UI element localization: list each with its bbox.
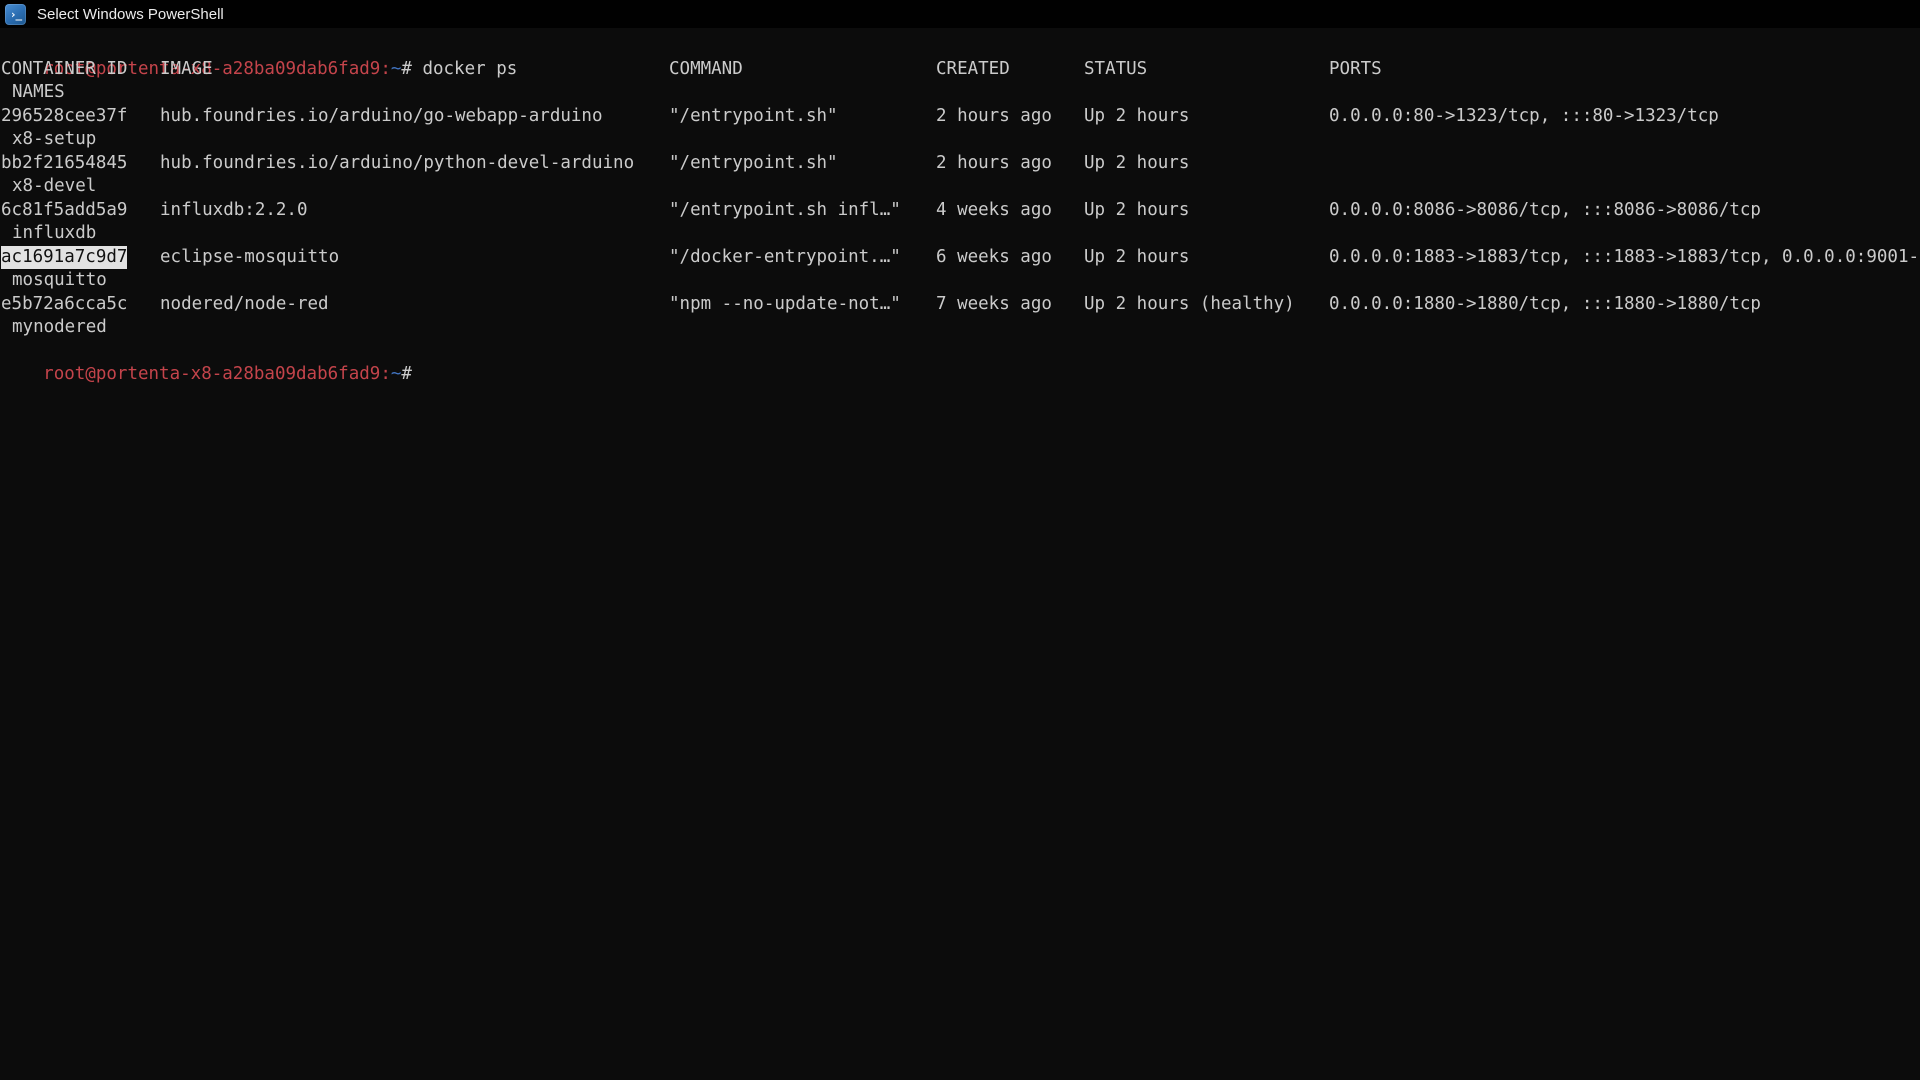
cell-command: "npm --no-update-not…" [669, 293, 901, 317]
header-created: CREATED [936, 58, 1010, 82]
cell-image: influxdb:2.2.0 [160, 199, 308, 223]
table-row-name-wrap: influxdb [1, 222, 1920, 246]
prompt-line: root@portenta-x8-a28ba09dab6fad9:~#docke… [1, 34, 1920, 58]
table-header-wrap: NAMES [1, 81, 1920, 105]
table-row: 6c81f5add5a9 influxdb:2.2.0 "/entrypoint… [1, 199, 1920, 223]
cell-created: 4 weeks ago [936, 199, 1052, 223]
prompt-cwd: ~ [391, 364, 402, 384]
cell-created: 2 hours ago [936, 105, 1052, 129]
table-header-row: CONTAINER ID IMAGE COMMAND CREATED STATU… [1, 58, 1920, 82]
cell-name: x8-setup [12, 128, 96, 152]
cell-container-id: 6c81f5add5a9 [1, 199, 127, 223]
table-row-name-wrap: x8-setup [1, 128, 1920, 152]
selected-container-id: ac1691a7c9d7 [1, 246, 127, 270]
table-row-name-wrap: mynodered [1, 316, 1920, 340]
header-command: COMMAND [669, 58, 743, 82]
cell-ports: 0.0.0.0:1883->1883/tcp, :::1883->1883/tc… [1329, 246, 1919, 270]
cell-status: Up 2 hours [1084, 152, 1189, 176]
header-status: STATUS [1084, 58, 1147, 82]
cell-name: mosquitto [12, 269, 107, 293]
cell-image: hub.foundries.io/arduino/go-webapp-ardui… [160, 105, 603, 129]
cell-container-id: 296528cee37f [1, 105, 127, 129]
prompt-line-idle: root@portenta-x8-a28ba09dab6fad9:~# [1, 340, 1920, 364]
header-image: IMAGE [160, 58, 213, 82]
cell-status: Up 2 hours [1084, 199, 1189, 223]
cell-image: eclipse-mosquitto [160, 246, 339, 270]
cell-ports: 0.0.0.0:1880->1880/tcp, :::1880->1880/tc… [1329, 293, 1761, 317]
table-row-name-wrap: mosquitto [1, 269, 1920, 293]
cell-name: influxdb [12, 222, 96, 246]
cell-status: Up 2 hours [1084, 105, 1189, 129]
cell-created: 6 weeks ago [936, 246, 1052, 270]
cell-status: Up 2 hours [1084, 246, 1189, 270]
cell-ports: 0.0.0.0:80->1323/tcp, :::80->1323/tcp [1329, 105, 1719, 129]
table-row: bb2f21654845 hub.foundries.io/arduino/py… [1, 152, 1920, 176]
table-row: ac1691a7c9d7 eclipse-mosquitto "/docker-… [1, 246, 1920, 270]
header-container-id: CONTAINER ID [1, 58, 127, 82]
cell-command: "/entrypoint.sh infl…" [669, 199, 901, 223]
cell-container-id: e5b72a6cca5c [1, 293, 127, 317]
cell-name: x8-devel [12, 175, 96, 199]
cell-created: 7 weeks ago [936, 293, 1052, 317]
table-row: e5b72a6cca5c nodered/node-red "npm --no-… [1, 293, 1920, 317]
header-ports: PORTS [1329, 58, 1382, 82]
cell-image: hub.foundries.io/arduino/python-devel-ar… [160, 152, 634, 176]
header-names: NAMES [12, 81, 65, 105]
cell-ports: 0.0.0.0:8086->8086/tcp, :::8086->8086/tc… [1329, 199, 1761, 223]
terminal-screen[interactable]: root@portenta-x8-a28ba09dab6fad9:~#docke… [1, 34, 1920, 363]
cell-command: "/docker-entrypoint.…" [669, 246, 901, 270]
prompt-separator: : [380, 364, 391, 384]
cell-container-id: bb2f21654845 [1, 152, 127, 176]
cell-status: Up 2 hours (healthy) [1084, 293, 1295, 317]
title-bar[interactable]: ›_ Select Windows PowerShell [0, 0, 1920, 28]
table-row: 296528cee37f hub.foundries.io/arduino/go… [1, 105, 1920, 129]
prompt-user-host: root@portenta-x8-a28ba09dab6fad9 [43, 364, 380, 384]
table-row-name-wrap: x8-devel [1, 175, 1920, 199]
cell-command: "/entrypoint.sh" [669, 105, 838, 129]
cell-created: 2 hours ago [936, 152, 1052, 176]
cell-command: "/entrypoint.sh" [669, 152, 838, 176]
prompt-symbol: # [401, 364, 412, 384]
cell-image: nodered/node-red [160, 293, 329, 317]
window-title: Select Windows PowerShell [37, 6, 224, 23]
cell-name: mynodered [12, 316, 107, 340]
powershell-icon: ›_ [5, 4, 26, 25]
